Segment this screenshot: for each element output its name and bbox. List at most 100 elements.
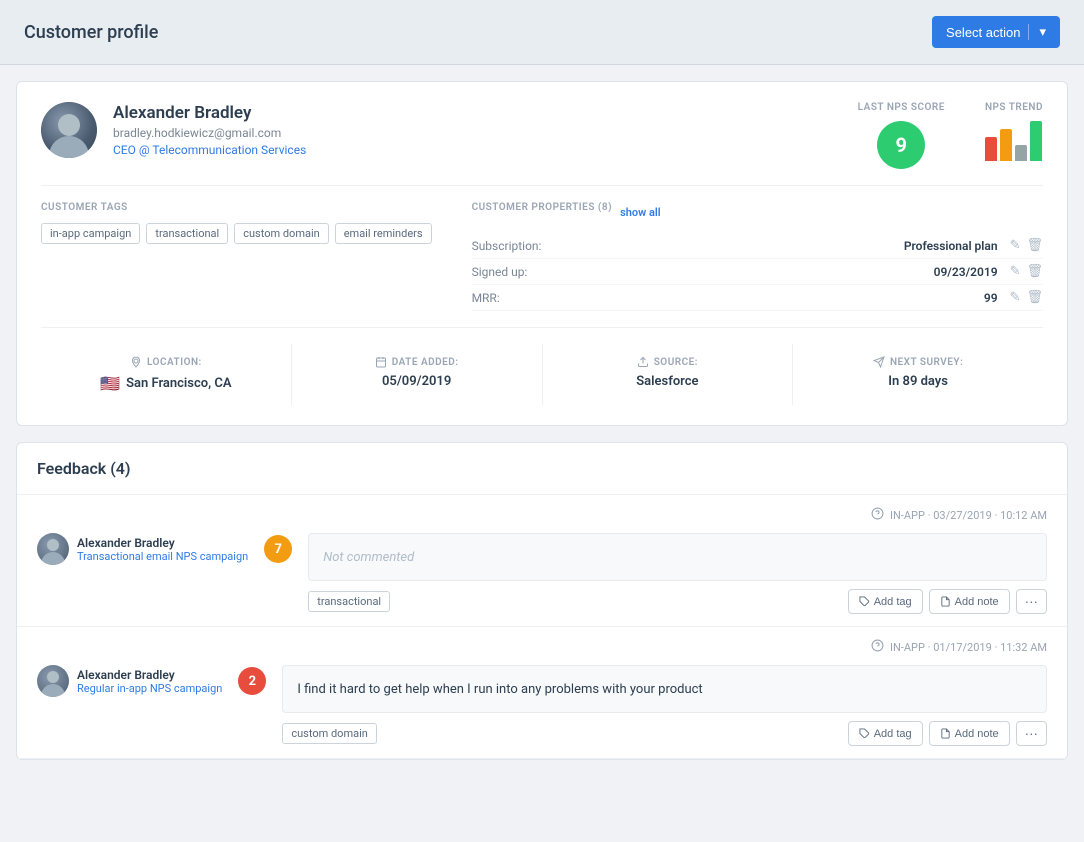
chevron-down-icon: ▾ bbox=[1028, 24, 1046, 40]
nps-score-block: LAST NPS SCORE 9 bbox=[858, 102, 945, 169]
feedback-channel-icon bbox=[871, 507, 884, 523]
profile-text: Alexander Bradley bradley.hodkiewicz@gma… bbox=[113, 103, 306, 157]
tag-badge: email reminders bbox=[335, 223, 432, 244]
profile-role[interactable]: CEO @ Telecommunication Services bbox=[113, 143, 306, 157]
property-key: Signed up: bbox=[472, 265, 612, 279]
tag-badge: transactional bbox=[146, 223, 228, 244]
feedback-comment-text: Not commented bbox=[323, 550, 414, 565]
feedback-campaign[interactable]: Transactional email NPS campaign bbox=[77, 550, 248, 563]
date-added-label: DATE ADDED: bbox=[375, 356, 459, 368]
tag-badge: custom domain bbox=[234, 223, 329, 244]
feedback-campaign[interactable]: Regular in-app NPS campaign bbox=[77, 682, 222, 695]
info-row: LOCATION: 🇺🇸 San Francisco, CA DATE ADDE… bbox=[41, 344, 1043, 405]
select-action-button[interactable]: Select action ▾ bbox=[932, 16, 1060, 48]
feedback-channel-icon bbox=[871, 639, 884, 655]
tags-section: CUSTOMER TAGS in-app campaign transaction… bbox=[41, 202, 432, 311]
feedback-user: Alexander Bradley Regular in-app NPS cam… bbox=[37, 665, 222, 697]
note-icon bbox=[940, 728, 951, 739]
next-survey-cell: NEXT SURVEY: In 89 days bbox=[793, 344, 1043, 405]
tags-label: CUSTOMER TAGS bbox=[41, 202, 432, 213]
location-value: 🇺🇸 San Francisco, CA bbox=[100, 374, 231, 393]
source-cell: SOURCE: Salesforce bbox=[543, 344, 794, 405]
feedback-title: Feedback (4) bbox=[37, 459, 131, 478]
property-value: 99 bbox=[612, 291, 998, 305]
feedback-tag: custom domain bbox=[282, 723, 377, 744]
edit-icon[interactable]: ✎ bbox=[1010, 238, 1021, 253]
add-tag-button[interactable]: Add tag bbox=[848, 589, 923, 614]
property-key: MRR: bbox=[472, 291, 612, 305]
profile-email: bradley.hodkiewicz@gmail.com bbox=[113, 126, 306, 140]
more-button[interactable]: ··· bbox=[1016, 721, 1047, 746]
feedback-item: IN-APP · 03/27/2019 · 10:12 AM Alexander… bbox=[17, 495, 1067, 627]
delete-icon[interactable]: 🗑 bbox=[1026, 238, 1043, 253]
avatar bbox=[41, 102, 97, 158]
feedback-user-text: Alexander Bradley Transactional email NP… bbox=[77, 536, 248, 563]
add-tag-button[interactable]: Add tag bbox=[848, 721, 923, 746]
profile-name: Alexander Bradley bbox=[113, 103, 306, 123]
feedback-user: Alexander Bradley Transactional email NP… bbox=[37, 533, 248, 565]
properties-list: Subscription: Professional plan ✎ 🗑 Sign… bbox=[472, 233, 1043, 311]
feedback-meta: IN-APP · 01/17/2019 · 11:32 AM bbox=[37, 639, 1047, 655]
calendar-icon bbox=[375, 356, 387, 368]
delete-icon[interactable]: 🗑 bbox=[1026, 290, 1043, 305]
tag-badge: in-app campaign bbox=[41, 223, 140, 244]
page-title: Customer profile bbox=[24, 22, 158, 43]
feedback-row: Alexander Bradley Regular in-app NPS cam… bbox=[37, 665, 1047, 746]
delete-icon[interactable]: 🗑 bbox=[1026, 264, 1043, 279]
add-note-button[interactable]: Add note bbox=[929, 721, 1010, 746]
feedback-list: IN-APP · 03/27/2019 · 10:12 AM Alexander… bbox=[17, 495, 1067, 759]
property-row: Subscription: Professional plan ✎ 🗑 bbox=[472, 233, 1043, 259]
property-actions: ✎ 🗑 bbox=[1010, 290, 1043, 305]
property-actions: ✎ 🗑 bbox=[1010, 264, 1043, 279]
profile-info: Alexander Bradley bradley.hodkiewicz@gma… bbox=[41, 102, 306, 158]
properties-section: CUSTOMER PROPERTIES (8) show all Subscri… bbox=[472, 202, 1043, 311]
feedback-user-name: Alexander Bradley bbox=[77, 536, 248, 550]
tags-list: in-app campaign transactional custom domai… bbox=[41, 223, 432, 244]
show-all-link[interactable]: show all bbox=[620, 206, 661, 219]
nps-trend-chart bbox=[985, 121, 1042, 161]
mini-avatar bbox=[37, 533, 69, 565]
edit-icon[interactable]: ✎ bbox=[1010, 264, 1021, 279]
date-added-value: 05/09/2019 bbox=[382, 374, 451, 389]
next-survey-label: NEXT SURVEY: bbox=[873, 356, 963, 368]
feedback-content: I find it hard to get help when I run in… bbox=[282, 665, 1047, 746]
tags-properties: CUSTOMER TAGS in-app campaign transaction… bbox=[41, 202, 1043, 328]
location-icon bbox=[130, 356, 142, 368]
edit-icon[interactable]: ✎ bbox=[1010, 290, 1021, 305]
feedback-row: Alexander Bradley Transactional email NP… bbox=[37, 533, 1047, 614]
feedback-comment-text: I find it hard to get help when I run in… bbox=[297, 682, 702, 697]
page-header: Customer profile Select action ▾ bbox=[0, 0, 1084, 65]
more-button[interactable]: ··· bbox=[1016, 589, 1047, 614]
properties-label: CUSTOMER PROPERTIES (8) bbox=[472, 202, 613, 213]
feedback-section: Feedback (4) IN-APP · 03/27/2019 · 10:12… bbox=[16, 442, 1068, 760]
action-btn-group: Add tag Add note ··· bbox=[848, 721, 1047, 746]
add-note-button[interactable]: Add note bbox=[929, 589, 1010, 614]
nps-trend-block: NPS TREND bbox=[985, 102, 1043, 161]
feedback-item: IN-APP · 01/17/2019 · 11:32 AM Alexander… bbox=[17, 627, 1067, 759]
source-label: SOURCE: bbox=[637, 356, 698, 368]
feedback-user-name: Alexander Bradley bbox=[77, 668, 222, 682]
upload-icon bbox=[637, 356, 649, 368]
property-value: 09/23/2019 bbox=[612, 265, 998, 279]
date-added-cell: DATE ADDED: 05/09/2019 bbox=[292, 344, 543, 405]
main-content: Alexander Bradley bradley.hodkiewicz@gma… bbox=[0, 65, 1084, 776]
feedback-score: 2 bbox=[238, 667, 266, 695]
nps-section: LAST NPS SCORE 9 NPS TREND bbox=[858, 102, 1043, 169]
location-cell: LOCATION: 🇺🇸 San Francisco, CA bbox=[41, 344, 292, 405]
properties-header: CUSTOMER PROPERTIES (8) show all bbox=[472, 202, 1043, 223]
flag-icon: 🇺🇸 bbox=[100, 374, 120, 393]
next-survey-value: In 89 days bbox=[888, 374, 948, 389]
property-value: Professional plan bbox=[612, 239, 998, 253]
feedback-content: Not commented transactional Add tag Add … bbox=[308, 533, 1047, 614]
property-row: MRR: 99 ✎ 🗑 bbox=[472, 285, 1043, 311]
send-icon bbox=[873, 356, 885, 368]
feedback-comment-box: Not commented bbox=[308, 533, 1047, 581]
action-btn-group: Add tag Add note ··· bbox=[848, 589, 1047, 614]
feedback-meta: IN-APP · 03/27/2019 · 10:12 AM bbox=[37, 507, 1047, 523]
nps-trend-label: NPS TREND bbox=[985, 102, 1043, 113]
feedback-header: Feedback (4) bbox=[17, 443, 1067, 495]
note-icon bbox=[940, 596, 951, 607]
feedback-channel: IN-APP · 03/27/2019 · 10:12 AM bbox=[890, 509, 1047, 522]
feedback-comment-box: I find it hard to get help when I run in… bbox=[282, 665, 1047, 713]
nps-score-circle: 9 bbox=[877, 121, 925, 169]
